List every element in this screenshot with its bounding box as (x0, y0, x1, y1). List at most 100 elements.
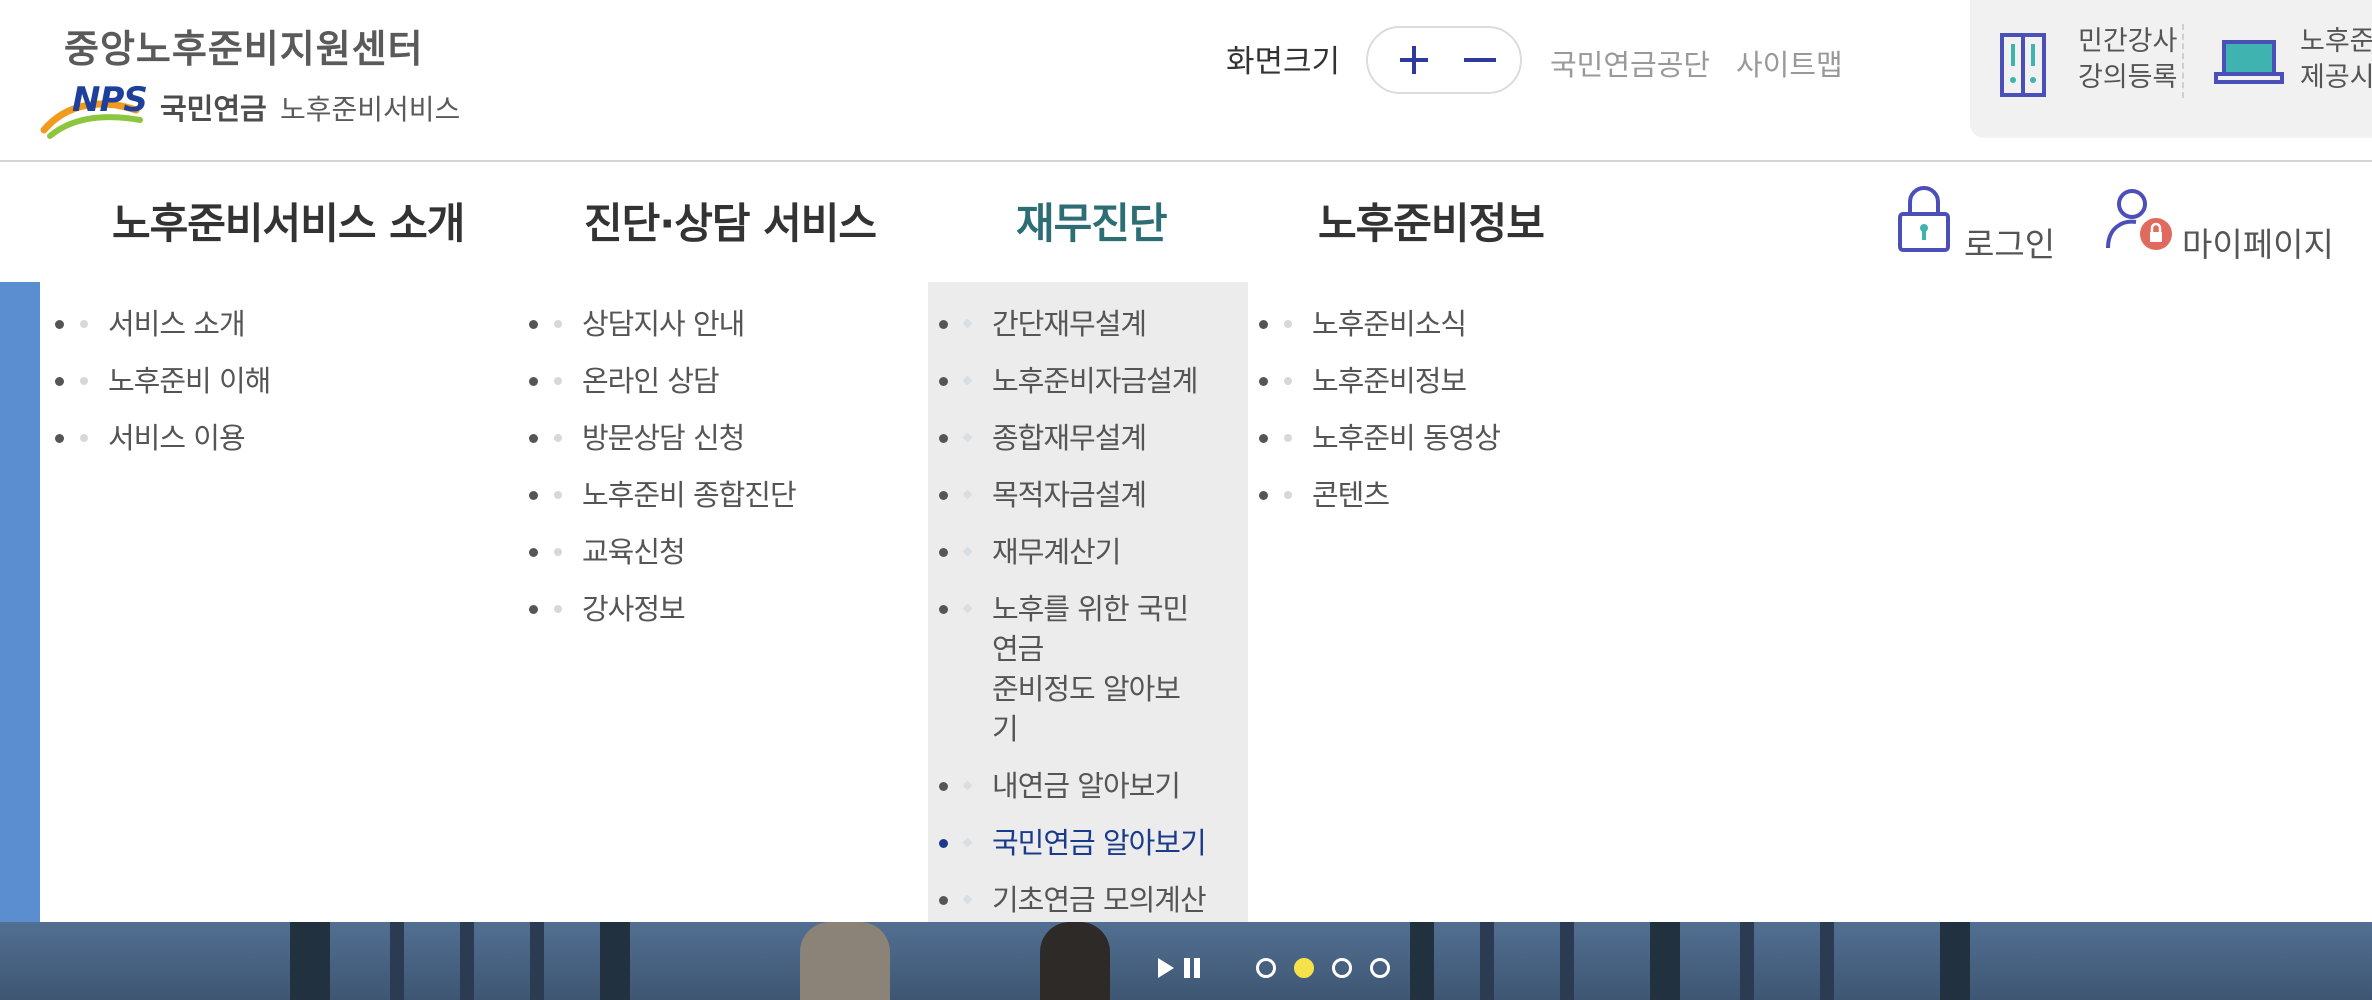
bullet-icon (554, 605, 562, 613)
laptop-icon (2214, 40, 2284, 84)
quick-links: 민간강사 강의등록 노후준 제공시스 (1970, 0, 2372, 138)
quick-link-1-line1: 민간강사 (2078, 26, 2178, 57)
user-lock-icon (2106, 189, 2172, 250)
slider-dot[interactable] (1370, 958, 1390, 978)
logo-center-name: 중앙노후준비지원센터 (64, 27, 424, 71)
gnb-item-financial-diagnosis[interactable]: 재무진단 (1016, 190, 1168, 251)
submenu-item[interactable]: 노후준비 종합진단 (554, 475, 797, 515)
submenu-item-label: 노후준비 이해 (108, 364, 271, 398)
railing-bar (530, 922, 544, 1000)
submenu-item[interactable]: 서비스 소개 (80, 304, 270, 344)
bullet-icon (80, 434, 88, 442)
submenu-item[interactable]: 종합재무설계 (962, 418, 1206, 458)
submenu-item-label: 노후준비 동영상 (1312, 421, 1501, 455)
lecturer-registration-link[interactable]: 민간강사 강의등록 (1988, 22, 2188, 122)
plus-icon[interactable] (1392, 38, 1436, 82)
logo-nps: NPS (72, 80, 148, 120)
submenu-item-label: 방문상담 신청 (582, 421, 745, 455)
railing-post (290, 922, 330, 1000)
submenu-item[interactable]: 노후준비정보 (1284, 361, 1500, 401)
submenu-item[interactable]: 방문상담 신청 (554, 418, 796, 458)
submenu-item[interactable]: 온라인 상담 (554, 361, 796, 401)
bullet-icon (80, 377, 88, 385)
submenu-item[interactable]: 기초연금 모의계산 (962, 880, 1207, 920)
submenu-item-label: 강사정보 (582, 592, 686, 626)
mypage-label: 마이페이지 (2182, 225, 2334, 264)
railing-post (600, 922, 630, 1000)
submenu-item-label: 종합재무설계 (992, 421, 1147, 455)
main-navigation: 노후준비서비스 소개 진단·상담 서비스 재무진단 노후준비정보 로그인 마이페… (0, 164, 2372, 282)
bullet-icon (554, 320, 562, 328)
slider-dot[interactable] (1256, 958, 1276, 978)
mega-menu-dropdown: 서비스 소개 노후준비 이해 서비스 이용 상담지사 안내 온라인 상담 방문상… (40, 282, 2372, 922)
bullet-icon (554, 491, 562, 499)
submenu-item-label: 서비스 소개 (108, 307, 246, 341)
bullet-icon (962, 546, 973, 557)
railing-bar (390, 922, 404, 1000)
submenu-item-label-line1: 노후를 위한 국민연금 (992, 592, 1189, 666)
submenu-item-label: 간단재무설계 (992, 307, 1147, 341)
minus-icon[interactable] (1458, 38, 1502, 82)
submenu-item[interactable]: 노후준비 이해 (80, 361, 271, 401)
submenu-item-label-line2: 준비정도 알아보기 (992, 672, 1181, 746)
submenu-item[interactable]: 노후준비자금설계 (962, 361, 1206, 401)
submenu-item-label: 온라인 상담 (582, 364, 720, 398)
gnb-item-consulting[interactable]: 진단·상담 서비스 (584, 190, 877, 251)
gnb-item-retirement-info[interactable]: 노후준비정보 (1318, 190, 1545, 251)
railing-bar (1820, 922, 1834, 1000)
railing-bar (1740, 922, 1754, 1000)
header: 중앙노후준비지원센터 NPS 국민연금 노후준비서비스 화면크기 국민연금공단 … (0, 0, 2372, 162)
submenu-item[interactable]: 상담지사 안내 (554, 304, 796, 344)
submenu-item[interactable]: 서비스 이용 (80, 418, 270, 458)
submenu-item-label: 콘텐츠 (1312, 478, 1390, 512)
quick-link-text-1: 민간강사 강의등록 (2078, 24, 2177, 96)
bullet-icon (554, 548, 562, 556)
submenu-item-active[interactable]: 국민연금 알아보기 (962, 823, 1207, 863)
bullet-icon (962, 780, 973, 791)
sitemap-link[interactable]: 사이트맵 (1736, 42, 1843, 84)
submenu-item[interactable]: 내연금 알아보기 (962, 766, 1206, 806)
submenu-item[interactable]: 목적자금설계 (962, 475, 1206, 515)
quick-link-2-line1: 노후준 (2300, 26, 2372, 57)
submenu-consulting: 상담지사 안내 온라인 상담 방문상담 신청 노후준비 종합진단 교육신청 강사… (554, 304, 797, 646)
submenu-item[interactable]: 노후를 위한 국민연금준비정도 알아보기 (962, 589, 1204, 749)
bullet-icon (1284, 320, 1292, 328)
submenu-item-label: 노후준비소식 (1312, 307, 1467, 341)
submenu-item-label: 기초연금 모의계산 (992, 883, 1207, 917)
submenu-item[interactable]: 콘텐츠 (1284, 475, 1500, 515)
slider-dot[interactable] (1332, 958, 1352, 978)
provider-system-link[interactable]: 노후준 제공시스 (2214, 22, 2372, 122)
nps-link[interactable]: 국민연금공단 (1550, 42, 1710, 84)
slider-dot-active[interactable] (1294, 958, 1314, 978)
submenu-item-label: 상담지사 안내 (582, 307, 745, 341)
quick-link-text-2: 노후준 제공시스 (2300, 24, 2372, 96)
railing-post (1410, 922, 1434, 1000)
submenu-item[interactable]: 강사정보 (554, 589, 796, 629)
slider-controls (1156, 950, 1396, 986)
railing-bar (1480, 922, 1494, 1000)
bullet-icon (80, 320, 88, 328)
submenu-item[interactable]: 노후준비소식 (1284, 304, 1500, 344)
submenu-item[interactable]: 교육신청 (554, 532, 796, 572)
submenu-item[interactable]: 간단재무설계 (962, 304, 1206, 344)
submenu-item-label: 노후준비자금설계 (992, 364, 1198, 398)
submenu-item-label: 교육신청 (582, 535, 686, 569)
bullet-icon (1284, 377, 1292, 385)
submenu-item-label: 목적자금설계 (992, 478, 1147, 512)
site-logo[interactable]: 중앙노후준비지원센터 NPS 국민연금 노후준비서비스 (40, 14, 500, 139)
quick-divider (2182, 24, 2184, 98)
bullet-icon (1284, 434, 1292, 442)
play-icon[interactable] (1156, 956, 1176, 980)
submenu-item[interactable]: 노후준비 동영상 (1284, 418, 1501, 458)
gnb-item-service-intro[interactable]: 노후준비서비스 소개 (112, 190, 465, 251)
bullet-icon (962, 432, 973, 443)
bullet-icon (554, 434, 562, 442)
submenu-item[interactable]: 재무계산기 (962, 532, 1206, 572)
pause-icon[interactable] (1182, 956, 1202, 980)
submenu-item-label: 노후준비정보 (1312, 364, 1467, 398)
railing-post (1940, 922, 1970, 1000)
bullet-icon (962, 318, 973, 329)
banner-edge (0, 282, 40, 922)
quick-link-2-line2: 제공시스 (2300, 62, 2372, 93)
book-icon (2000, 33, 2046, 97)
